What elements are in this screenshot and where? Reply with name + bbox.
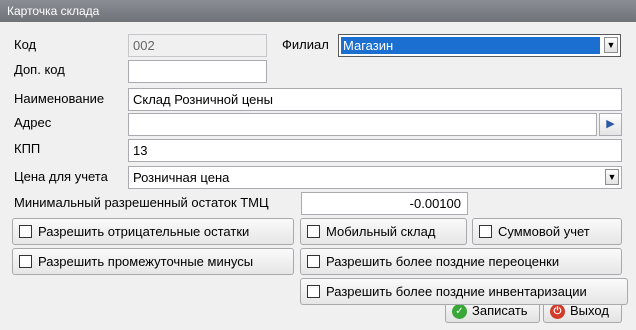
allow-later-revaluation-checkbox[interactable]: Разрешить более поздние переоценки (300, 248, 622, 275)
sum-accounting-label: Суммовой учет (498, 224, 590, 239)
min-stock-field[interactable]: -0.00100 (301, 192, 468, 215)
code-label: Код (14, 37, 37, 52)
mobile-warehouse-label: Мобильный склад (326, 224, 436, 239)
address-field[interactable] (128, 113, 597, 136)
price-select[interactable]: Розничная цена ▼ (128, 166, 622, 189)
extra-code-label: Доп. код (14, 62, 65, 77)
mobile-warehouse-checkbox[interactable]: Мобильный склад (300, 218, 467, 245)
name-field[interactable]: Склад Розничной цены (128, 88, 622, 111)
check-icon: ✓ (452, 304, 467, 319)
checkbox-box-icon (479, 225, 492, 238)
sum-accounting-checkbox[interactable]: Суммовой учет (472, 218, 622, 245)
chevron-down-icon[interactable]: ▼ (605, 169, 619, 185)
checkbox-box-icon (307, 225, 320, 238)
checkbox-box-icon (19, 225, 32, 238)
checkbox-box-icon (307, 255, 320, 268)
allow-negative-checkbox[interactable]: Разрешить отрицательные остатки (12, 218, 294, 245)
branch-select[interactable]: Магазин ▼ (338, 34, 621, 57)
checkbox-box-icon (307, 285, 320, 298)
price-label: Цена для учета (14, 169, 108, 184)
warehouse-card-window: Карточка склада Код 002 Филиал Магазин ▼… (0, 0, 636, 330)
kpp-field[interactable]: 13 (128, 139, 622, 162)
extra-code-field[interactable] (128, 60, 267, 83)
address-label: Адрес (14, 115, 52, 130)
play-arrow-icon[interactable]: ▶ (599, 113, 622, 136)
power-icon: ⏻ (550, 304, 565, 319)
name-label: Наименование (14, 91, 105, 106)
code-field[interactable]: 002 (128, 34, 267, 57)
min-stock-label: Минимальный разрешенный остаток ТМЦ (14, 195, 269, 210)
allow-later-inventory-checkbox[interactable]: Разрешить более поздние инвентаризации (300, 278, 628, 305)
checkbox-box-icon (19, 255, 32, 268)
window-title: Карточка склада (0, 0, 636, 22)
allow-intermediate-minus-label: Разрешить промежуточные минусы (38, 254, 254, 269)
allow-intermediate-minus-checkbox[interactable]: Разрешить промежуточные минусы (12, 248, 294, 275)
allow-later-revaluation-label: Разрешить более поздние переоценки (326, 254, 560, 269)
price-selected-value: Розничная цена (133, 170, 230, 185)
allow-later-inventory-label: Разрешить более поздние инвентаризации (326, 284, 587, 299)
allow-negative-label: Разрешить отрицательные остатки (38, 224, 250, 239)
branch-label: Филиал (282, 37, 329, 52)
branch-selected-value: Магазин (341, 37, 600, 54)
chevron-down-icon[interactable]: ▼ (604, 37, 618, 53)
kpp-label: КПП (14, 141, 41, 156)
